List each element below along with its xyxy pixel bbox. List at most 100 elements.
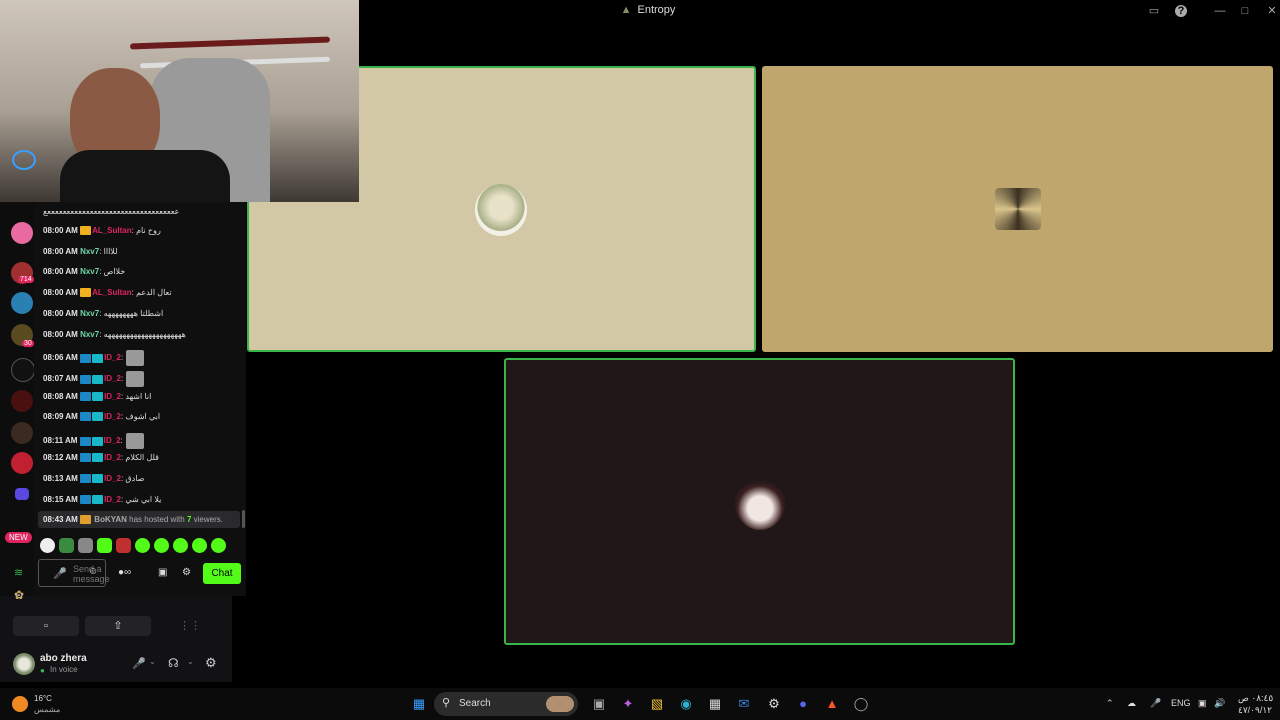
- emote[interactable]: [97, 538, 112, 553]
- message-user[interactable]: Nxv7: [80, 267, 99, 276]
- edge-browser-icon[interactable]: ◉: [677, 696, 695, 712]
- share-screen-button[interactable]: ⇧: [85, 616, 151, 636]
- message-user[interactable]: ID_2: [104, 474, 121, 483]
- message-time: 08:06 AM: [43, 353, 78, 363]
- message-user[interactable]: Nxv7: [80, 247, 99, 256]
- subscriber-badge-icon: [92, 495, 104, 505]
- microphone-icon[interactable]: 🎤: [53, 567, 67, 580]
- headphones-icon[interactable]: ☊: [168, 656, 179, 670]
- participant-tile-2[interactable]: [762, 66, 1273, 352]
- taskbar-search[interactable]: ⚲ Search: [434, 692, 578, 716]
- emote[interactable]: [116, 538, 131, 553]
- message-user[interactable]: AL_Sultan: [92, 288, 132, 297]
- clock-date[interactable]: ٤٧/٠٩/١٢: [1238, 705, 1272, 716]
- server-icon[interactable]: [11, 292, 33, 314]
- window-title: ▲ Entropy: [620, 4, 676, 16]
- emote[interactable]: [211, 538, 226, 553]
- server-icon[interactable]: [11, 452, 33, 474]
- people-icon[interactable]: ●∞: [118, 567, 131, 578]
- network-icon[interactable]: ▣: [1198, 698, 1207, 709]
- message-time: 08:09 AM: [43, 412, 78, 421]
- user-name: abo zhera: [40, 653, 87, 664]
- message-emote: [125, 433, 144, 449]
- settings-gear-icon[interactable]: ⚙: [182, 567, 191, 578]
- microsoft-store-icon[interactable]: ▦: [706, 696, 724, 712]
- emote[interactable]: [135, 538, 150, 553]
- user-avatar[interactable]: [13, 653, 35, 675]
- microphone-icon[interactable]: 🎤: [1150, 698, 1161, 709]
- emote[interactable]: [173, 538, 188, 553]
- microphone-icon[interactable]: 🎤: [132, 657, 146, 670]
- server-icon[interactable]: [11, 422, 33, 444]
- emote-bar: [40, 538, 230, 554]
- copilot-icon[interactable]: ✦: [619, 696, 637, 712]
- emote[interactable]: [154, 538, 169, 553]
- volume-icon[interactable]: 🔊: [1214, 698, 1225, 709]
- message-text: : هههههههههههههههههههههه: [99, 330, 186, 339]
- activities-button[interactable]: ⋮⋮: [157, 616, 223, 636]
- emote[interactable]: [40, 538, 55, 553]
- clock-time[interactable]: ٠٨:٤٥ ص: [1238, 693, 1273, 704]
- discord-icon[interactable]: ●: [794, 696, 812, 712]
- emoji-icon[interactable]: ☺: [88, 566, 98, 577]
- server-icon[interactable]: [11, 390, 33, 412]
- message-user[interactable]: ID_2: [104, 412, 121, 421]
- server-icon[interactable]: [11, 358, 35, 382]
- chat-message: 08:00 AM Nxv7: اشطلتا ههههههههه: [43, 309, 163, 318]
- folder-icon[interactable]: [15, 488, 29, 500]
- close-button[interactable]: ✕: [1264, 3, 1280, 19]
- message-user[interactable]: Nxv7: [80, 330, 99, 339]
- message-text: : قلل الكلام: [120, 453, 159, 462]
- file-explorer-icon[interactable]: ▧: [648, 696, 666, 712]
- voice-status-icon: ●: [40, 666, 45, 675]
- moderator-badge-icon: [79, 436, 91, 446]
- cloud-icon[interactable]: ☁: [1127, 698, 1136, 709]
- start-windows-icon[interactable]: ▦: [410, 696, 428, 712]
- language-indicator[interactable]: ENG: [1171, 698, 1191, 708]
- store-icon[interactable]: ▣: [158, 567, 167, 578]
- brave-browser-icon[interactable]: ▲: [823, 696, 841, 712]
- participant-avatar: [995, 188, 1041, 230]
- chat-message-text: ععععععععععععععععععععععععععععععععععع: [43, 207, 180, 216]
- message-text: :: [120, 374, 124, 384]
- chevron-down-icon[interactable]: ⌄: [187, 657, 194, 666]
- weather-icon[interactable]: [12, 696, 28, 712]
- chat-message: 08:11 AM ID_2:: [43, 433, 144, 449]
- emote[interactable]: [78, 538, 93, 553]
- chevron-up-icon[interactable]: ⌃: [1106, 698, 1114, 709]
- host-user[interactable]: BoKYAN: [94, 515, 127, 524]
- help-button[interactable]: ?: [1175, 5, 1187, 17]
- emote[interactable]: [192, 538, 207, 553]
- chat-send-button[interactable]: Chat: [203, 563, 241, 584]
- message-user[interactable]: ID_2: [104, 453, 121, 462]
- steam-icon[interactable]: ⚙: [765, 696, 783, 712]
- emote[interactable]: [59, 538, 74, 553]
- message-user[interactable]: ID_2: [104, 392, 121, 401]
- message-text: :: [120, 353, 124, 363]
- moderator-badge-icon: [80, 453, 92, 463]
- mail-icon[interactable]: ✉: [735, 696, 753, 712]
- message-user[interactable]: ID_2: [104, 436, 121, 445]
- message-user[interactable]: ID_2: [104, 495, 121, 504]
- chat-message: 08:07 AM ID_2:: [43, 371, 145, 387]
- weather-temp: 16°C: [34, 694, 52, 703]
- camera-off-button[interactable]: ▫: [13, 616, 79, 636]
- settings-gear-icon[interactable]: ⚙: [205, 655, 217, 671]
- minimize-button[interactable]: —: [1212, 3, 1228, 19]
- chat-scrollbar[interactable]: [242, 510, 245, 528]
- message-time: 08:08 AM: [43, 392, 78, 401]
- chevron-down-icon[interactable]: ⌄: [149, 657, 156, 666]
- moderator-badge-icon: [80, 495, 92, 505]
- app-icon[interactable]: ◯: [852, 696, 870, 712]
- message-text: : اشطلتا ههههههههه: [99, 309, 164, 318]
- host-text: viewers.: [193, 515, 223, 524]
- maximize-button[interactable]: □: [1237, 3, 1253, 19]
- participant-tile-3[interactable]: [504, 358, 1015, 645]
- share-screen-button[interactable]: ▭: [1146, 3, 1162, 19]
- message-user[interactable]: ID_2: [104, 374, 121, 383]
- server-icon[interactable]: [11, 222, 33, 244]
- message-user[interactable]: AL_Sultan: [92, 226, 132, 235]
- task-view-icon[interactable]: ▣: [590, 696, 608, 712]
- message-user[interactable]: Nxv7: [80, 309, 99, 318]
- message-user[interactable]: ID_2: [104, 353, 121, 362]
